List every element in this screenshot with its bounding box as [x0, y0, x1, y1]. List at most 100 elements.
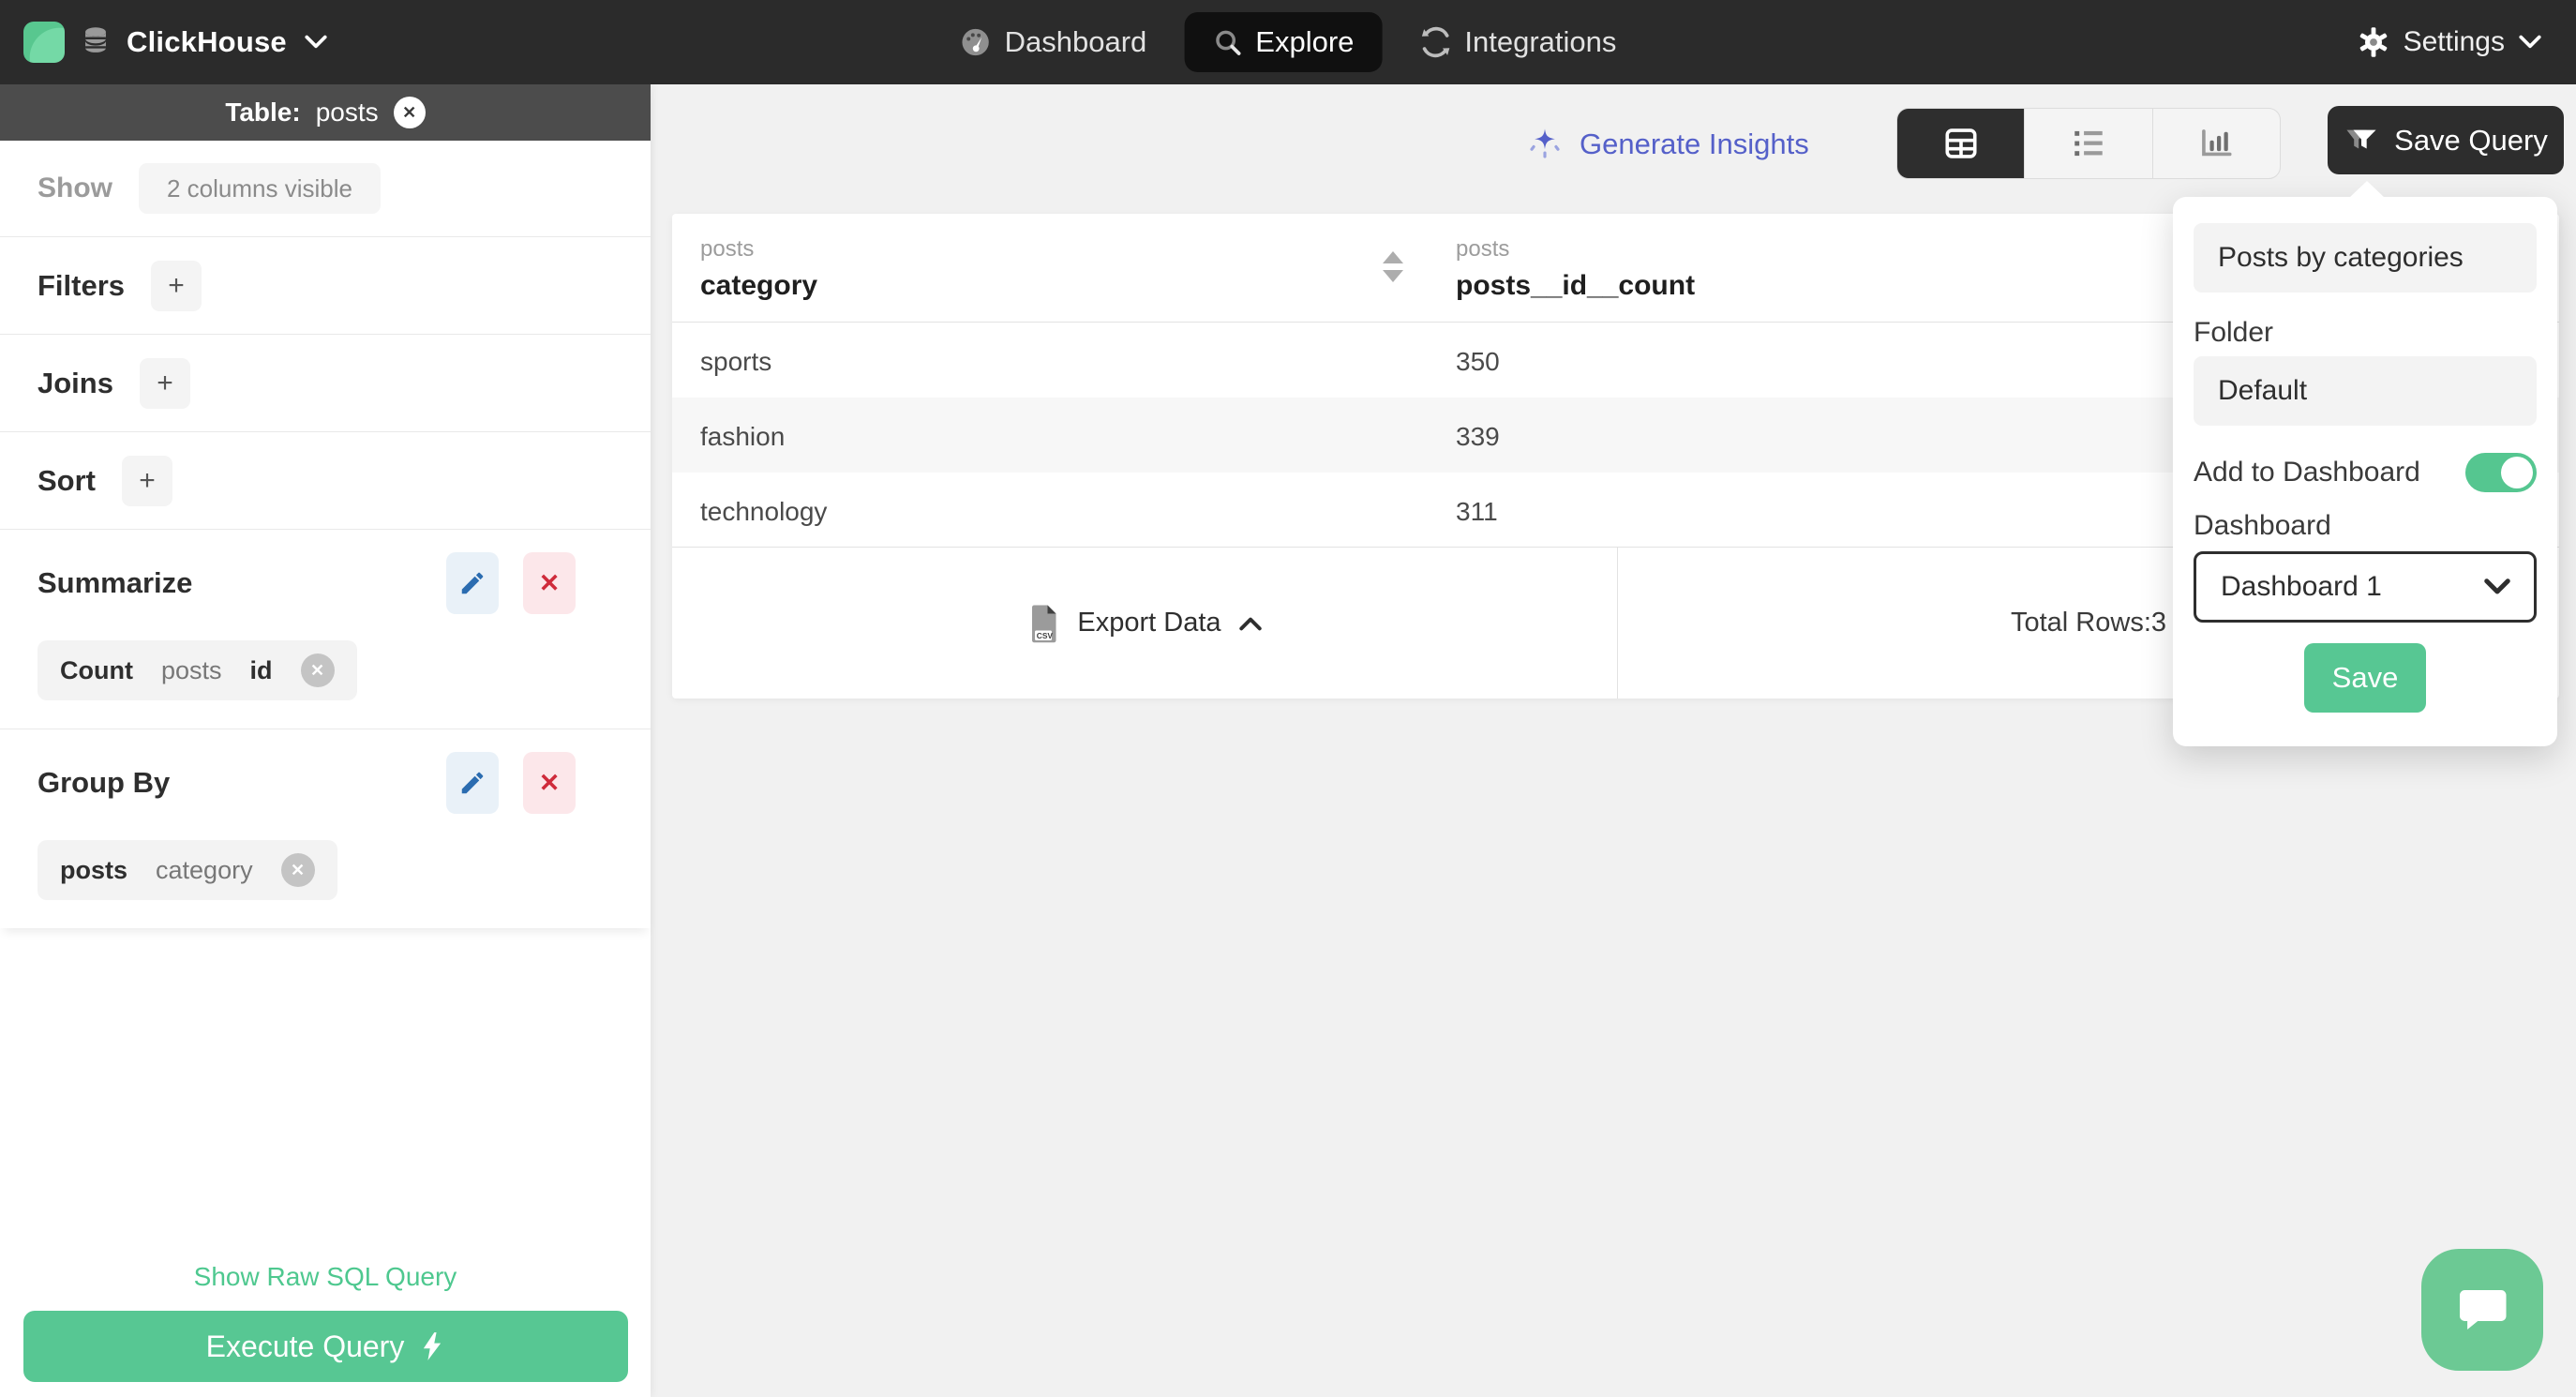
generate-insights-label: Generate Insights	[1580, 128, 1809, 160]
columns-visible-chip[interactable]: 2 columns visible	[139, 163, 381, 214]
remove-group-by-button[interactable]: ✕	[523, 752, 576, 814]
app-logo	[23, 22, 65, 63]
group-by-table: posts	[60, 855, 128, 884]
cell-category: fashion	[700, 422, 786, 451]
column-name: category	[700, 270, 818, 301]
add-to-dashboard-toggle[interactable]	[2465, 453, 2537, 492]
summarize-agg: Count	[60, 655, 133, 684]
tab-explore-label: Explore	[1255, 25, 1355, 58]
remove-group-by-chip-button[interactable]: ✕	[280, 853, 315, 887]
generate-insights-link[interactable]: Generate Insights	[1525, 118, 1809, 171]
sync-icon	[1421, 26, 1450, 58]
column-header-category[interactable]: posts category	[700, 236, 817, 302]
pencil-icon	[461, 772, 484, 794]
group-by-label: Group By	[37, 766, 171, 799]
folder-label: Folder	[2194, 317, 2274, 348]
tab-dashboard[interactable]: Dashboard	[954, 25, 1153, 59]
popover-arrow	[2349, 181, 2385, 198]
show-section: Show 2 columns visible	[0, 141, 651, 237]
bar-chart-icon	[2202, 129, 2232, 157]
dashboard-select[interactable]: Dashboard 1	[2194, 551, 2537, 623]
add-sort-button[interactable]: +	[122, 455, 172, 506]
cell-count: 339	[1456, 422, 1500, 451]
edit-summarize-button[interactable]	[446, 552, 499, 614]
chevron-down-icon	[2519, 35, 2541, 49]
table-view-button[interactable]	[1897, 109, 2025, 178]
add-filter-button[interactable]: +	[151, 260, 202, 311]
execute-query-label: Execute Query	[205, 1329, 405, 1363]
column-header-count[interactable]: posts posts__id__count	[1456, 236, 1695, 302]
top-navbar: ClickHouse Dashboard Explore Integration…	[0, 0, 2576, 84]
remove-summarize-chip-button[interactable]: ✕	[300, 653, 335, 687]
joins-section: Joins +	[0, 335, 651, 432]
brand-name: ClickHouse	[127, 25, 287, 58]
chevron-down-icon	[2484, 578, 2510, 594]
brand-area[interactable]: ClickHouse	[23, 0, 328, 84]
gear-icon	[2359, 27, 2387, 57]
lightning-icon	[424, 1332, 442, 1360]
execute-query-button[interactable]: Execute Query	[23, 1311, 628, 1382]
tab-dashboard-label: Dashboard	[1004, 25, 1147, 58]
chat-bubble-icon	[2460, 1290, 2507, 1329]
sort-label: Sort	[37, 463, 96, 497]
popover-save-button[interactable]: Save	[2304, 643, 2426, 713]
sort-asc-icon	[1383, 251, 1403, 263]
tab-integrations[interactable]: Integrations	[1414, 25, 1622, 59]
selected-table-bar: Table: posts ✕	[0, 84, 651, 141]
save-query-button[interactable]: Save Query	[2328, 106, 2564, 174]
show-raw-sql-link[interactable]: Show Raw SQL Query	[0, 1262, 651, 1292]
cell-category: sports	[700, 347, 772, 376]
table-view-icon	[1945, 128, 1977, 158]
column-table-caption: posts	[700, 236, 755, 262]
filters-section: Filters +	[0, 237, 651, 335]
group-by-column: category	[156, 855, 253, 884]
remove-table-button[interactable]: ✕	[393, 97, 426, 128]
nav-tabs: Dashboard Explore Integrations	[954, 0, 1623, 84]
funnel-icon	[2346, 129, 2376, 148]
add-join-button[interactable]: +	[139, 357, 190, 409]
sort-toggle-icon[interactable]	[1383, 251, 1403, 282]
total-rows-label: Total Rows:3	[2010, 608, 2166, 638]
folder-input[interactable]	[2194, 356, 2537, 426]
cell-count: 350	[1456, 347, 1500, 376]
summarize-section: Summarize ✕ Count posts id ✕	[0, 530, 651, 729]
export-data-button[interactable]: CSV Export Data	[672, 548, 1618, 698]
chart-view-button[interactable]	[2151, 109, 2280, 178]
chevron-down-icon	[305, 35, 327, 49]
add-to-dashboard-label: Add to Dashboard	[2194, 457, 2420, 488]
x-icon: ✕	[538, 568, 561, 597]
table-name: posts	[315, 98, 379, 127]
show-label: Show	[37, 173, 112, 203]
tab-explore[interactable]: Explore	[1184, 12, 1383, 72]
cell-category: technology	[700, 497, 828, 526]
settings-menu[interactable]: Settings	[2357, 0, 2542, 84]
chevron-up-icon	[1238, 617, 1262, 630]
summarize-column: id	[249, 655, 273, 684]
results-area: Generate Insights Save Query posts categ…	[651, 84, 2576, 1397]
sparkle-icon	[1530, 128, 1560, 158]
joins-label: Joins	[37, 366, 113, 399]
summarize-label: Summarize	[37, 566, 193, 599]
summarize-chip: Count posts id ✕	[37, 640, 357, 700]
group-by-section: Group By ✕ posts category ✕	[0, 729, 651, 928]
pencil-icon	[461, 572, 484, 594]
dashboard-select-value: Dashboard 1	[2221, 571, 2382, 602]
search-icon	[1215, 30, 1241, 55]
list-view-button[interactable]	[2024, 109, 2151, 178]
column-name: posts__id__count	[1456, 270, 1696, 301]
remove-summarize-button[interactable]: ✕	[523, 552, 576, 614]
x-icon: ✕	[538, 768, 561, 797]
save-query-label: Save Query	[2394, 123, 2548, 157]
sort-desc-icon	[1383, 270, 1403, 282]
query-builder-sidebar: Table: posts ✕ Show 2 columns visible Fi…	[0, 84, 651, 1397]
sort-section: Sort +	[0, 432, 651, 530]
chat-launcher-button[interactable]	[2421, 1249, 2543, 1371]
tab-integrations-label: Integrations	[1464, 25, 1617, 58]
gauge-icon	[962, 28, 989, 56]
edit-group-by-button[interactable]	[446, 752, 499, 814]
cell-count: 311	[1456, 497, 1498, 526]
column-table-caption: posts	[1456, 236, 1510, 262]
query-name-input[interactable]	[2194, 223, 2537, 293]
summarize-table: posts	[160, 655, 222, 684]
database-icon	[85, 27, 106, 53]
